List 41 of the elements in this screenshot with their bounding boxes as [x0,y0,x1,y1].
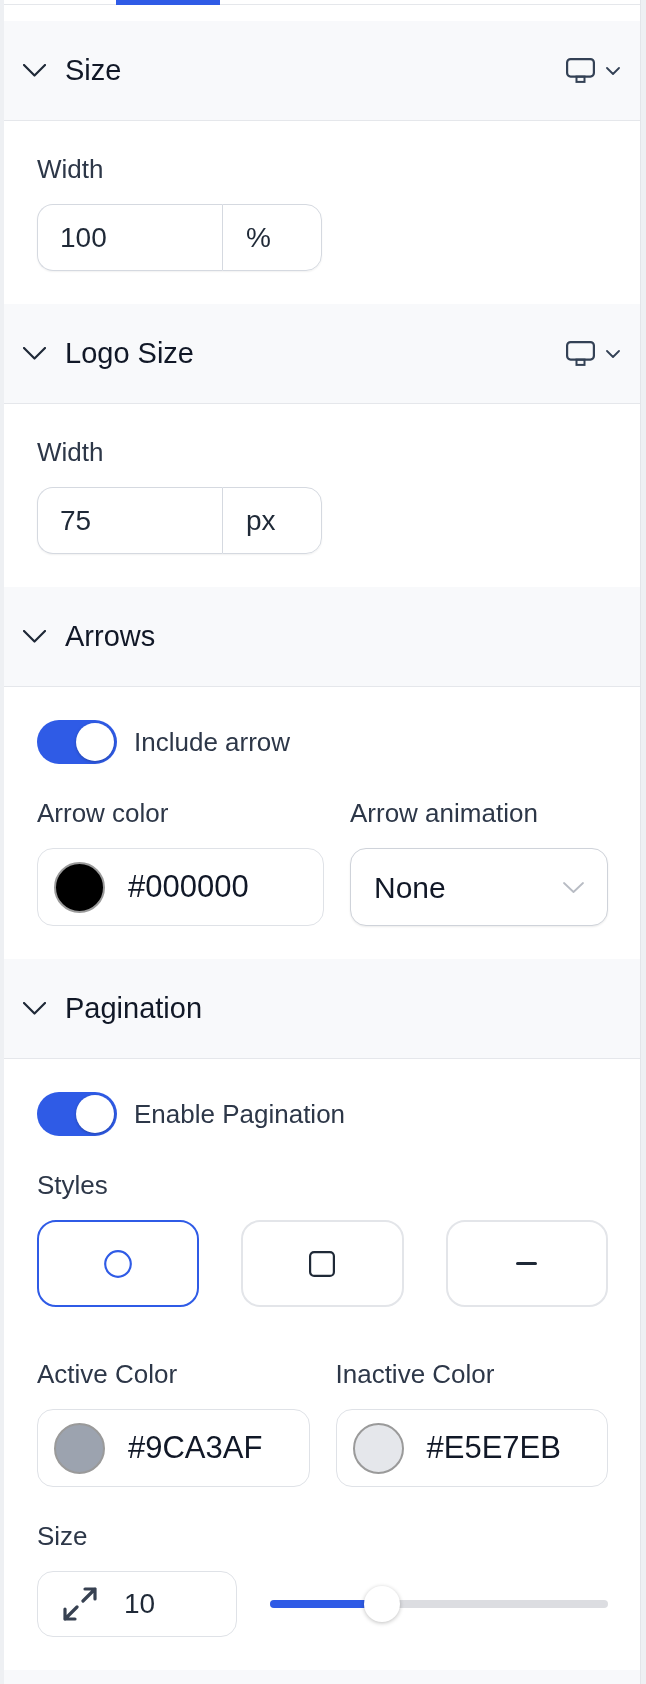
color-swatch-icon[interactable] [54,1422,105,1474]
unit-selector[interactable]: px [222,487,322,554]
toggle-switch[interactable] [37,1092,117,1136]
color-input[interactable]: #000000 [37,848,324,926]
section-toggle[interactable]: Size [23,48,122,93]
dropdown-select[interactable]: None [350,848,608,926]
monitor-icon [566,341,595,366]
caret-down-icon [606,66,620,75]
field-label: Arrow animation [350,798,538,828]
style-option[interactable] [37,1220,200,1307]
dash-icon [516,1262,538,1265]
color-swatch-icon[interactable] [54,861,105,913]
slider-thumb[interactable] [363,1586,400,1622]
field-label: Arrow color [37,798,169,828]
expand-icon [63,1587,97,1621]
toggle-label: Enable Pagination [134,1099,346,1129]
field-label: Size [37,1521,88,1551]
device-selector[interactable] [566,341,620,366]
caret-down-icon [606,349,620,358]
square-icon [309,1250,336,1277]
unit-selector[interactable]: % [222,204,322,271]
color-input[interactable]: #9CA3AF [37,1409,310,1487]
toggle-switch[interactable] [37,720,117,764]
field-label: Width [37,154,104,184]
number-input[interactable]: 10 [37,1571,237,1637]
field-label: Styles [37,1170,108,1200]
caret-down-icon [563,881,584,893]
number-input[interactable]: 75 [37,487,222,554]
field-label: Active Color [37,1359,178,1389]
toggle-label: Include arrow [134,727,291,757]
slider-track[interactable] [270,1586,608,1622]
number-input[interactable]: 100 [37,204,222,271]
field-label: Width [37,437,104,467]
field-label: Inactive Color [335,1359,495,1389]
circle-icon [104,1249,133,1278]
color-input[interactable]: #E5E7EB [335,1409,608,1487]
section-toggle[interactable]: Logo Size [23,331,194,376]
section-toggle[interactable]: Pagination [23,986,203,1031]
section-toggle[interactable]: Arrows [23,614,156,659]
device-selector[interactable] [566,58,620,83]
monitor-icon [566,58,595,83]
